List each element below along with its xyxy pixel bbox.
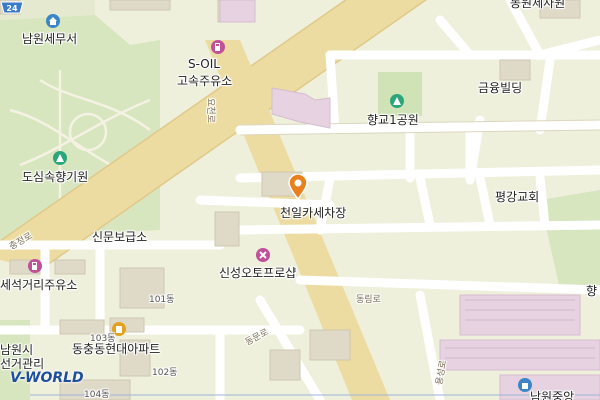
vworld-logo: V-WORLD	[10, 370, 84, 386]
route-number: 24	[6, 4, 18, 13]
place-label[interactable]: 고속주유소	[177, 72, 232, 89]
map-canvas[interactable]: 24 남원세무서 S-OIL 고속주유소 향교1공원 금융빌딩 도심속향기원 천…	[0, 0, 600, 400]
road-label: 요천로	[204, 98, 215, 123]
place-label[interactable]: 천일카세차장	[280, 204, 346, 221]
place-label[interactable]: S-OIL	[188, 57, 220, 71]
place-label[interactable]: 남원세무서	[22, 30, 77, 47]
gas-station-icon[interactable]	[28, 259, 42, 273]
park-icon[interactable]	[390, 94, 404, 108]
auto-repair-icon[interactable]	[256, 248, 270, 262]
park-icon[interactable]	[53, 151, 67, 165]
place-label[interactable]: 신문보급소	[92, 228, 147, 245]
road-label: 동림로	[356, 295, 381, 305]
place-label[interactable]: 향	[586, 282, 597, 299]
place-label[interactable]: 동원제사원	[510, 0, 565, 11]
building-label: 103동	[90, 334, 116, 344]
place-label[interactable]: 남원중앙	[530, 388, 574, 400]
place-label[interactable]: 향교1공원	[367, 111, 419, 128]
government-office-icon[interactable]	[46, 14, 60, 28]
place-label[interactable]: 동충동현대아파트	[72, 340, 160, 357]
building-label: 104동	[84, 390, 110, 400]
place-label[interactable]: 금융빌딩	[478, 79, 522, 96]
gas-station-icon[interactable]	[211, 40, 225, 54]
route-shield-icon: 24	[0, 1, 24, 14]
building-label: 101동	[149, 295, 175, 305]
place-label[interactable]: 평강교회	[495, 188, 539, 205]
place-label[interactable]: 도심속향기원	[22, 168, 88, 185]
building-label: 102동	[152, 368, 178, 378]
location-pin-icon[interactable]	[288, 174, 308, 200]
place-label[interactable]: 신성오토프로샵	[219, 264, 296, 281]
place-label[interactable]: 세석거리주유소	[0, 276, 77, 293]
